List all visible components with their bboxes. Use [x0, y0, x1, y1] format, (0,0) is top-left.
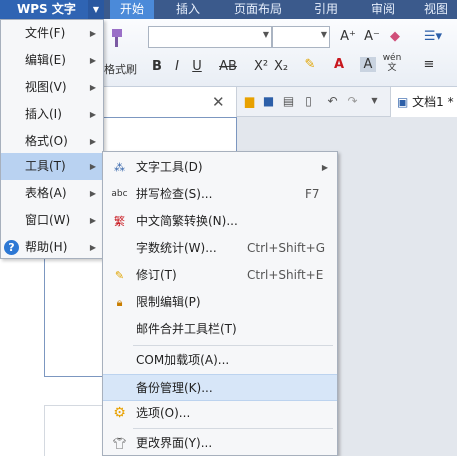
chevron-right-icon: ▶: [321, 163, 328, 172]
tab-references[interactable]: 引用: [314, 0, 338, 19]
wps-main-menu: 文件(F) ▶ 编辑(E) ▶ 视图(V) ▶ 插入(I) ▶ 格式(O) ▶ 工具(T)…: [0, 19, 104, 259]
menu-item-tools[interactable]: 工具(T) ▶: [1, 153, 103, 180]
highlight-icon[interactable]: ✎: [300, 57, 320, 72]
pinyin-guide-button[interactable]: wén 文: [380, 53, 404, 73]
shrink-font-button[interactable]: A⁻: [362, 29, 382, 44]
chevron-right-icon: ▶: [89, 162, 96, 171]
chevron-right-icon: ▶: [89, 83, 96, 92]
options-gear-icon: ⚙: [113, 405, 126, 421]
subscript-button[interactable]: X₂: [272, 59, 290, 74]
clear-format-icon[interactable]: ◆: [386, 29, 404, 44]
chevron-down-icon[interactable]: ▼: [367, 94, 382, 108]
chevron-down-icon[interactable]: ▼: [88, 0, 104, 19]
menu-item-view[interactable]: 视图(V) ▶: [1, 74, 103, 101]
chevron-down-icon[interactable]: ▼: [263, 30, 269, 39]
chinese-convert-icon: 繁: [114, 215, 125, 228]
track-changes-icon: ✎: [114, 269, 125, 282]
chevron-right-icon: ▶: [89, 137, 96, 146]
italic-button[interactable]: I: [170, 59, 184, 74]
tools-submenu: ⁂ 文字工具(D) ▶ abc 拼写检查(S)... F7 繁 中文简繁转换(N).…: [102, 151, 338, 456]
menu-item-help[interactable]: ? 帮助(H) ▶: [1, 234, 103, 261]
chevron-right-icon: ▶: [89, 243, 96, 252]
redo-icon[interactable]: ↷: [345, 94, 360, 108]
submenu-item-text-tools[interactable]: ⁂ 文字工具(D) ▶: [103, 154, 337, 181]
submenu-item-change-ui[interactable]: 👕︎ 更改界面(Y)...: [103, 430, 337, 456]
document-tab[interactable]: ▣ 文档1 *: [390, 87, 457, 117]
list-bullets-icon[interactable]: ☰▾: [418, 29, 448, 44]
app-title: WPS 文字: [17, 2, 76, 16]
print-icon[interactable]: ▤: [281, 94, 296, 108]
menu-item-insert[interactable]: 插入(I) ▶: [1, 101, 103, 128]
document-tab-label: 文档1 *: [412, 95, 454, 109]
submenu-item-com-addins[interactable]: COM加载项(A)...: [103, 347, 337, 374]
submenu-item-chinese-convert[interactable]: 繁 中文简繁转换(N)...: [103, 208, 337, 235]
menu-item-window[interactable]: 窗口(W) ▶: [1, 207, 103, 234]
help-icon: ?: [4, 240, 19, 255]
tab-review[interactable]: 审阅: [371, 0, 395, 19]
grow-font-button[interactable]: A⁺: [338, 29, 358, 44]
chevron-down-icon[interactable]: ▼: [321, 30, 327, 39]
char-shading-icon[interactable]: A: [360, 57, 376, 72]
ribbon-toolbar: 格式刷 ▼ ▼ A⁺ A⁻ ◆ ☰▾ B I U AB X² X₂ ✎ A A …: [104, 19, 457, 87]
undo-icon[interactable]: ↶: [325, 94, 340, 108]
close-icon[interactable]: ✕: [212, 93, 225, 111]
chevron-right-icon: ▶: [89, 29, 96, 38]
menu-separator: [133, 428, 333, 429]
align-left-icon[interactable]: ≡: [420, 57, 438, 72]
submenu-item-options[interactable]: ⚙ 选项(O)...: [103, 400, 337, 427]
chevron-right-icon: ▶: [89, 216, 96, 225]
menu-item-edit[interactable]: 编辑(E) ▶: [1, 47, 103, 74]
menu-separator: [133, 345, 333, 346]
text-tools-icon: ⁂: [114, 161, 125, 174]
submenu-item-backup-manager[interactable]: 备份管理(K)...: [103, 374, 337, 401]
restrict-edit-icon: 🔒︎: [116, 296, 123, 309]
submenu-item-word-count[interactable]: 字数统计(W)... Ctrl+Shift+G: [103, 235, 337, 262]
spell-check-icon: abc: [111, 189, 128, 199]
open-folder-icon[interactable]: ▆: [242, 94, 257, 108]
print-preview-icon[interactable]: ▯: [301, 94, 316, 108]
change-ui-icon: 👕︎: [112, 437, 127, 450]
chevron-right-icon: ▶: [89, 189, 96, 198]
menu-item-format[interactable]: 格式(O) ▶: [1, 128, 103, 155]
chevron-right-icon: ▶: [89, 110, 96, 119]
save-icon[interactable]: ■: [261, 94, 276, 108]
submenu-item-mail-merge[interactable]: 邮件合并工具栏(T): [103, 316, 337, 343]
submenu-item-restrict-edit[interactable]: 🔒︎ 限制编辑(P): [103, 289, 337, 316]
font-name-combo[interactable]: ▼: [148, 26, 272, 48]
format-painter-label[interactable]: 格式刷: [104, 61, 137, 77]
font-size-combo[interactable]: ▼: [272, 26, 330, 48]
underline-button[interactable]: U: [190, 59, 204, 74]
tab-home[interactable]: 开始: [110, 0, 154, 19]
submenu-item-spell-check[interactable]: abc 拼写检查(S)... F7: [103, 181, 337, 208]
wps-app-menu-button[interactable]: WPS 文字 ▼: [0, 0, 104, 19]
chevron-right-icon: ▶: [89, 56, 96, 65]
superscript-button[interactable]: X²: [252, 59, 270, 74]
font-color-icon[interactable]: A: [330, 57, 348, 72]
submenu-item-track-changes[interactable]: ✎ 修订(T) Ctrl+Shift+E: [103, 262, 337, 289]
document-icon: ▣: [397, 95, 409, 109]
tab-insert[interactable]: 插入: [176, 0, 200, 19]
tab-page-layout[interactable]: 页面布局: [234, 0, 282, 19]
format-painter-icon[interactable]: [104, 27, 128, 49]
bold-button[interactable]: B: [150, 59, 164, 74]
strikethrough-button[interactable]: AB: [216, 59, 240, 74]
tab-view[interactable]: 视图: [424, 0, 448, 19]
menu-item-table[interactable]: 表格(A) ▶: [1, 180, 103, 207]
ribbon-tab-bar: WPS 文字 ▼ 开始 插入 页面布局 引用 审阅 视图: [0, 0, 457, 19]
menu-item-file[interactable]: 文件(F) ▶: [1, 20, 103, 47]
